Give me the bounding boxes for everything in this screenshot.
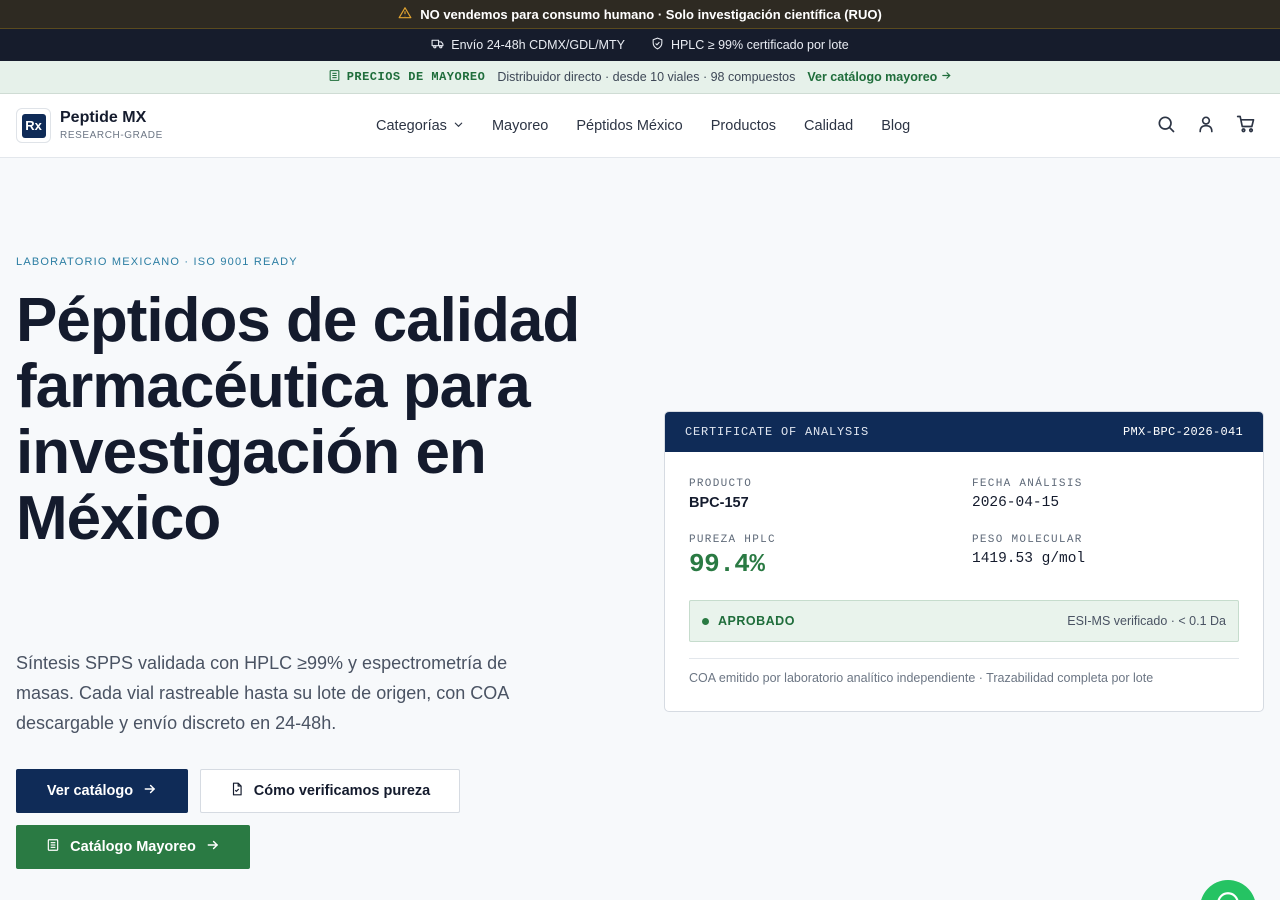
coa-weight-field: PESO MOLECULAR 1419.53 g/mol <box>972 534 1085 567</box>
coa-weight-label: PESO MOLECULAR <box>972 534 1083 546</box>
arrow-right-icon <box>206 838 220 856</box>
warning-triangle-icon <box>398 6 412 23</box>
building-icon <box>46 838 60 856</box>
shopping-cart-icon[interactable] <box>1236 114 1256 139</box>
nav-item-blog[interactable]: Blog <box>881 118 910 134</box>
coa-purity-label: PUREZA HPLC <box>689 534 776 546</box>
nav-item-categorias-label: Categorías <box>376 118 447 134</box>
coa-date-label: FECHA ANÁLISIS <box>972 478 1083 490</box>
coa-certificate-id: PMX-BPC-2026-041 <box>1122 425 1243 439</box>
arrow-right-icon <box>143 782 157 800</box>
arrow-right-icon <box>941 70 952 84</box>
coa-header: CERTIFICATE OF ANALYSIS PMX-BPC-2026-041 <box>665 412 1263 452</box>
nav-item-peptidos-mexico[interactable]: Péptidos México <box>576 118 682 134</box>
hero-headline: Péptidos de calidad farmacéutica para in… <box>16 286 580 553</box>
building-icon <box>328 69 341 86</box>
coa-purity-field: PUREZA HPLC 99.4% <box>689 534 776 579</box>
hplc-info: HPLC ≥ 99% certificado por lote <box>651 37 849 53</box>
coa-product-field: PRODUCTO BPC-157 <box>689 478 752 511</box>
coa-status-badge: APROBADO ESI-MS verificado · < 0.1 Da <box>689 600 1239 642</box>
coa-weight-value: 1419.53 g/mol <box>972 551 1086 567</box>
hero-section: LABORATORIO MEXICANO · ISO 9001 READY Pé… <box>0 158 1280 900</box>
coa-divider <box>689 658 1239 659</box>
wholesale-catalog-link-text: Ver catálogo mayoreo <box>807 70 938 84</box>
nav-item-mayoreo[interactable]: Mayoreo <box>492 118 548 134</box>
brand-text: Peptide MX RESEARCH-GRADE <box>60 109 163 142</box>
rx-icon: Rx <box>21 113 46 138</box>
hero-eyebrow: LABORATORIO MEXICANO · ISO 9001 READY <box>16 256 298 268</box>
info-bar: Envío 24-48h CDMX/GDL/MTY HPLC ≥ 99% cer… <box>0 29 1280 61</box>
coa-body: PRODUCTO BPC-157 FECHA ANÁLISIS 2026-04-… <box>665 452 1263 711</box>
view-catalog-button[interactable]: Ver catálogo <box>16 769 188 813</box>
status-dot-icon <box>702 617 709 625</box>
logo-mark: Rx <box>16 108 51 143</box>
coa-title: CERTIFICATE OF ANALYSIS <box>685 425 870 439</box>
coa-footer: COA emitido por laboratorio analítico in… <box>689 671 1154 685</box>
wholesale-description: Distribuidor directo · desde 10 viales ·… <box>497 70 796 84</box>
purity-verification-button[interactable]: Cómo verificamos pureza <box>200 769 460 813</box>
main-navigation: Rx Peptide MX RESEARCH-GRADE Categorías … <box>0 94 1280 158</box>
shield-check-icon <box>651 37 664 53</box>
nav-menu: Categorías Mayoreo Péptidos México Produ… <box>376 94 910 158</box>
purity-verification-label: Cómo verificamos pureza <box>253 783 431 799</box>
brand-name: Peptide MX <box>60 109 147 126</box>
coa-product-label: PRODUCTO <box>689 478 753 490</box>
wholesale-bar: PRECIOS DE MAYOREO Distribuidor directo … <box>0 61 1280 94</box>
wholesale-catalog-label: Catálogo Mayoreo <box>70 839 196 855</box>
ruo-warning-bar: NO vendemos para consumo humano · Solo i… <box>0 0 1280 29</box>
nav-item-productos[interactable]: Productos <box>711 118 776 134</box>
coa-status-label: APROBADO <box>718 614 795 628</box>
coa-date-field: FECHA ANÁLISIS 2026-04-15 <box>972 478 1083 511</box>
wholesale-catalog-button[interactable]: Catálogo Mayoreo <box>16 825 250 869</box>
whatsapp-icon <box>1215 890 1241 900</box>
hero-lead: Síntesis SPPS validada con HPLC ≥99% y e… <box>16 653 509 733</box>
shipping-text: Envío 24-48h CDMX/GDL/MTY <box>451 38 625 52</box>
chevron-down-icon <box>453 118 464 134</box>
coa-status-detail: ESI-MS verificado · < 0.1 Da <box>1067 614 1226 628</box>
coa-date-value: 2026-04-15 <box>972 495 1060 511</box>
ruo-warning-text: NO vendemos para consumo humano · Solo i… <box>420 6 882 22</box>
hplc-text: HPLC ≥ 99% certificado por lote <box>670 38 849 52</box>
document-icon <box>230 782 244 800</box>
search-icon[interactable] <box>1156 114 1176 139</box>
brand-tagline: RESEARCH-GRADE <box>60 130 163 141</box>
nav-item-categorias[interactable]: Categorías <box>376 118 464 134</box>
wholesale-tag-text: PRECIOS DE MAYOREO <box>346 70 486 84</box>
coa-product-value: BPC-157 <box>689 495 749 511</box>
wholesale-tag: PRECIOS DE MAYOREO <box>328 69 486 86</box>
coa-status: APROBADO <box>702 614 795 628</box>
view-catalog-label: Ver catálogo <box>46 783 134 799</box>
nav-item-calidad[interactable]: Calidad <box>804 118 853 134</box>
certificate-of-analysis-card: CERTIFICATE OF ANALYSIS PMX-BPC-2026-041… <box>664 411 1264 712</box>
truck-icon <box>431 37 444 53</box>
wholesale-catalog-link[interactable]: Ver catálogo mayoreo <box>807 70 952 84</box>
nav-actions <box>1156 94 1256 158</box>
coa-purity-value: 99.4% <box>689 549 765 579</box>
brand-logo-link[interactable]: Rx Peptide MX RESEARCH-GRADE <box>16 108 163 143</box>
user-account-icon[interactable] <box>1196 114 1216 139</box>
shipping-info: Envío 24-48h CDMX/GDL/MTY <box>431 37 625 53</box>
